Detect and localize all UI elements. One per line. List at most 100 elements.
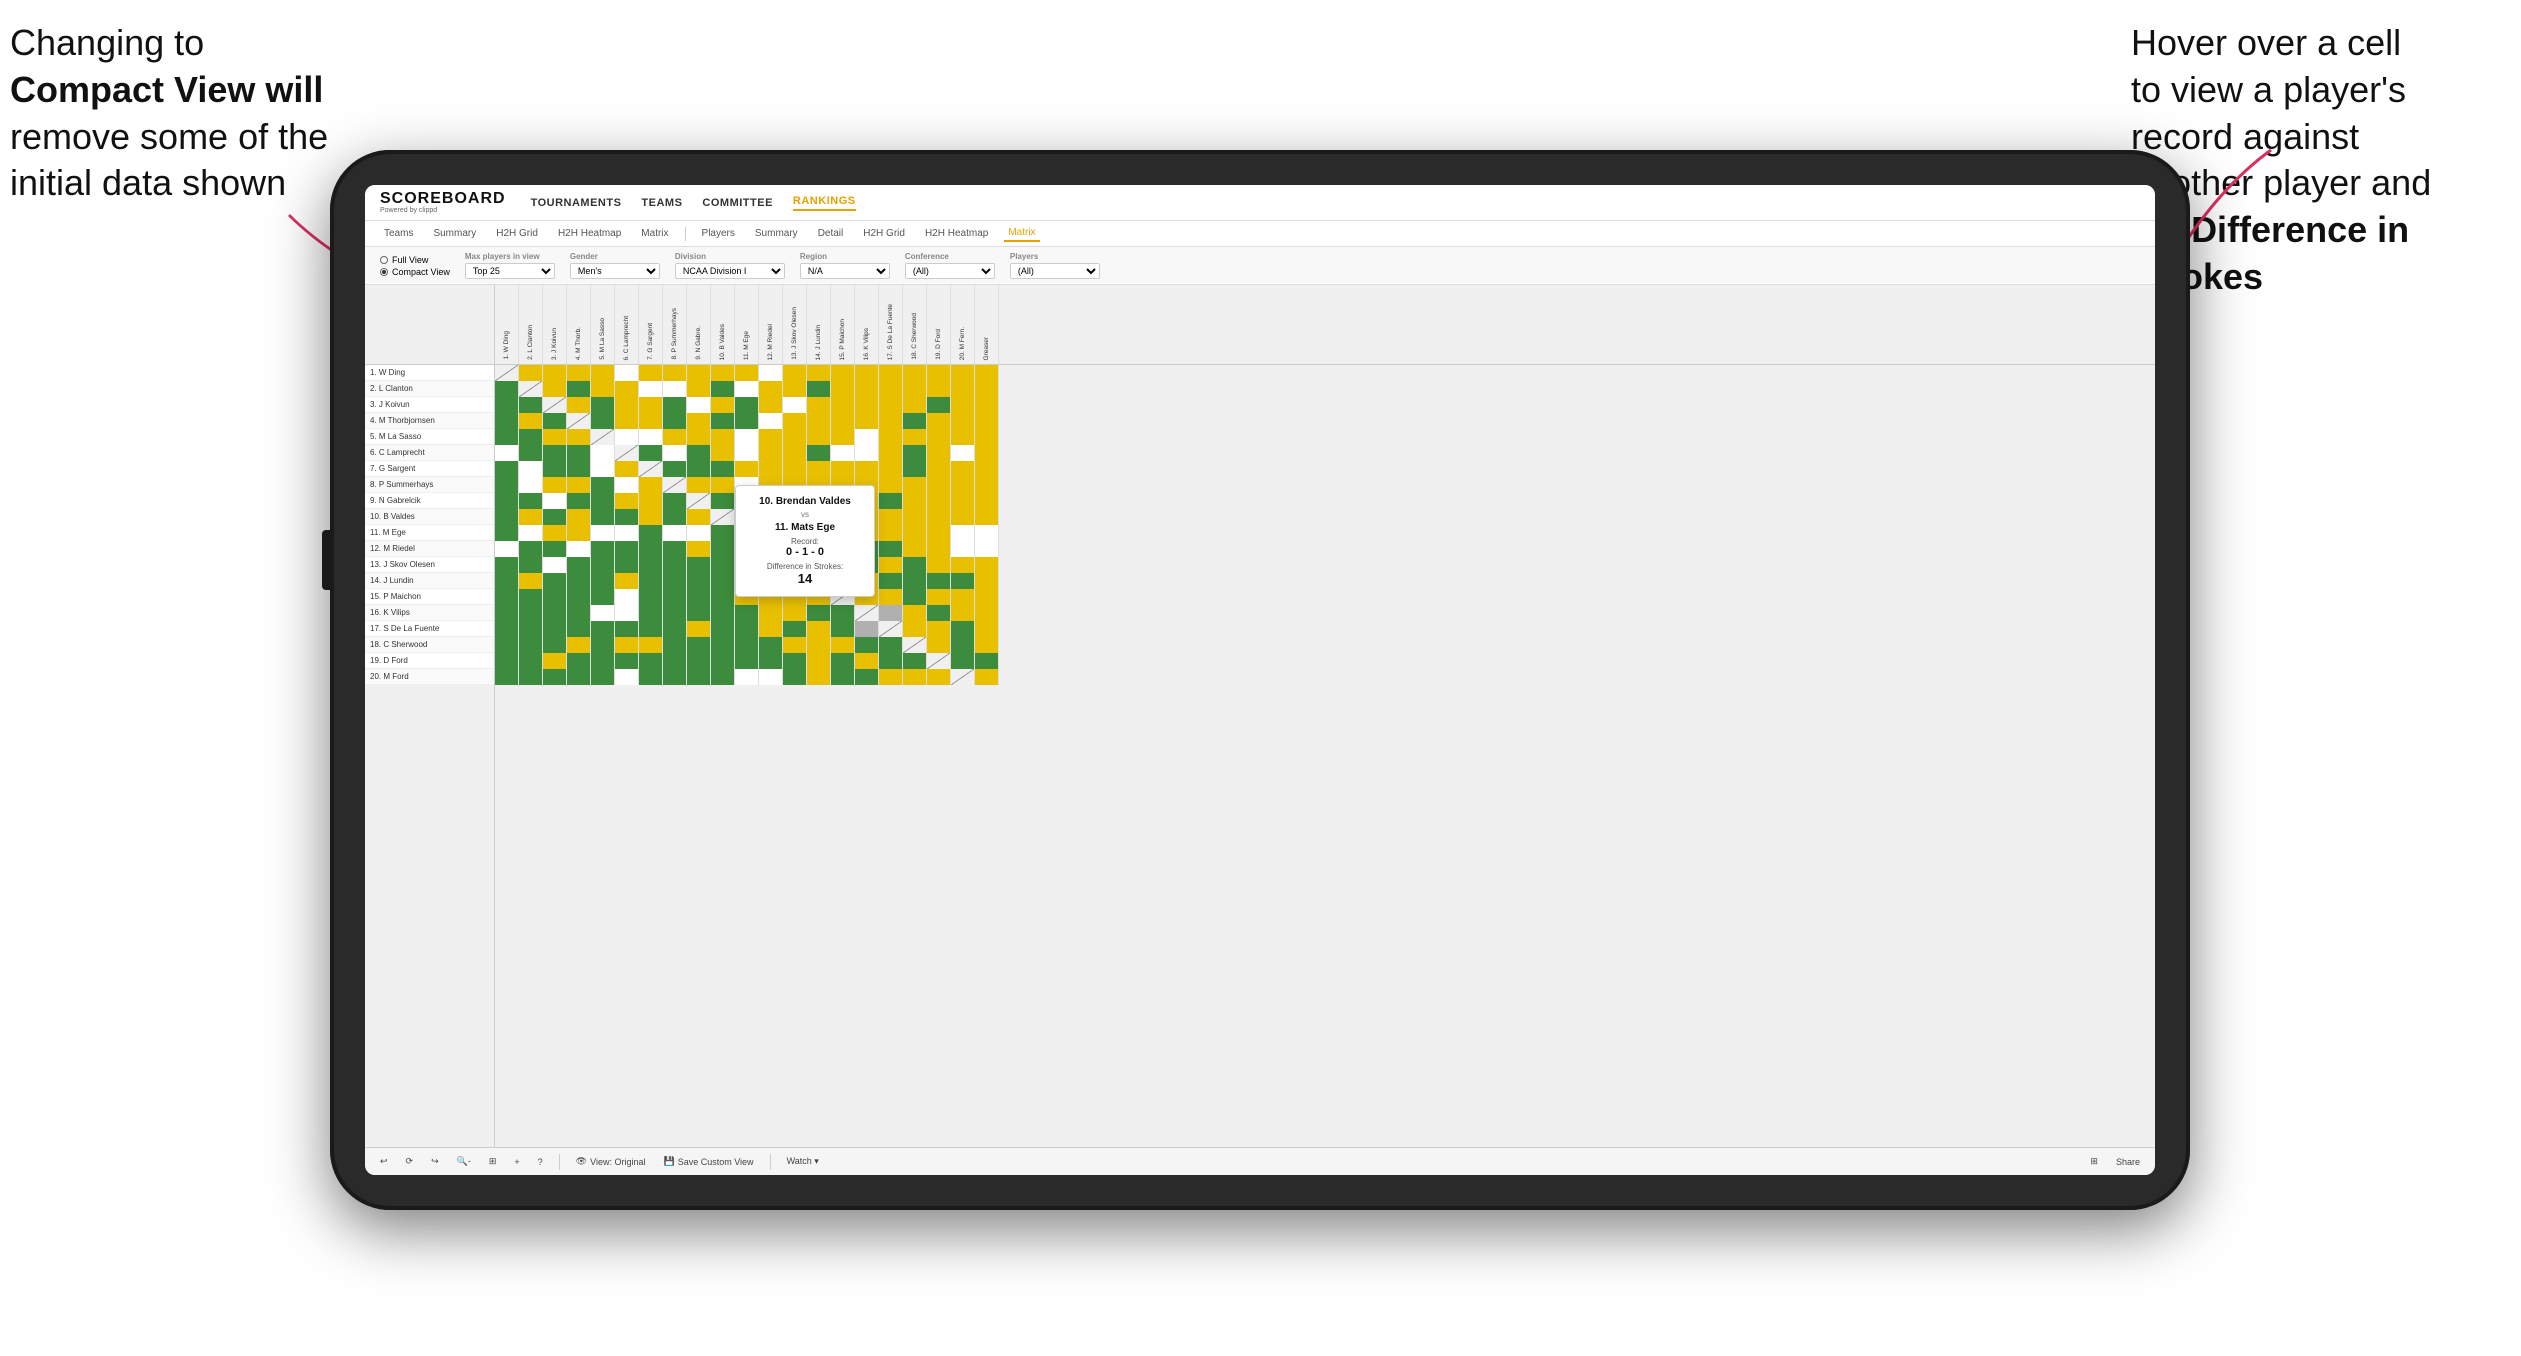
cell-2-12[interactable] bbox=[759, 381, 783, 397]
cell-19-19[interactable] bbox=[927, 653, 951, 669]
cell-9-2[interactable] bbox=[519, 493, 543, 509]
cell-7-20[interactable] bbox=[951, 461, 975, 477]
cell-17-19[interactable] bbox=[927, 621, 951, 637]
cell-11-2[interactable] bbox=[519, 525, 543, 541]
cell-9-10[interactable] bbox=[711, 493, 735, 509]
cell-16-8[interactable] bbox=[663, 605, 687, 621]
cell-16-19[interactable] bbox=[927, 605, 951, 621]
cell-16-6[interactable] bbox=[615, 605, 639, 621]
cell-14-1[interactable] bbox=[495, 573, 519, 589]
cell-18-9[interactable] bbox=[687, 637, 711, 653]
cell-2-7[interactable] bbox=[639, 381, 663, 397]
cell-17-21[interactable] bbox=[975, 621, 999, 637]
cell-18-8[interactable] bbox=[663, 637, 687, 653]
cell-10-10[interactable] bbox=[711, 509, 735, 525]
cell-6-14[interactable] bbox=[807, 445, 831, 461]
cell-3-3[interactable] bbox=[543, 397, 567, 413]
cell-14-7[interactable] bbox=[639, 573, 663, 589]
cell-19-17[interactable] bbox=[879, 653, 903, 669]
cell-17-13[interactable] bbox=[783, 621, 807, 637]
cell-6-6[interactable] bbox=[615, 445, 639, 461]
cell-10-17[interactable] bbox=[879, 509, 903, 525]
cell-11-9[interactable] bbox=[687, 525, 711, 541]
cell-7-7[interactable] bbox=[639, 461, 663, 477]
cell-1-7[interactable] bbox=[639, 365, 663, 381]
cell-1-19[interactable] bbox=[927, 365, 951, 381]
cell-18-10[interactable] bbox=[711, 637, 735, 653]
cell-2-11[interactable] bbox=[735, 381, 759, 397]
help-button[interactable]: ? bbox=[533, 1155, 548, 1169]
cell-17-3[interactable] bbox=[543, 621, 567, 637]
cell-3-18[interactable] bbox=[903, 397, 927, 413]
subtab-detail[interactable]: Detail bbox=[814, 226, 848, 241]
cell-3-12[interactable] bbox=[759, 397, 783, 413]
cell-5-3[interactable] bbox=[543, 429, 567, 445]
cell-20-3[interactable] bbox=[543, 669, 567, 685]
cell-15-10[interactable] bbox=[711, 589, 735, 605]
cell-3-15[interactable] bbox=[831, 397, 855, 413]
cell-6-18[interactable] bbox=[903, 445, 927, 461]
cell-20-8[interactable] bbox=[663, 669, 687, 685]
cell-7-19[interactable] bbox=[927, 461, 951, 477]
cell-15-1[interactable] bbox=[495, 589, 519, 605]
cell-4-5[interactable] bbox=[591, 413, 615, 429]
cell-5-7[interactable] bbox=[639, 429, 663, 445]
cell-6-3[interactable] bbox=[543, 445, 567, 461]
nav-committee[interactable]: COMMITTEE bbox=[702, 197, 773, 209]
cell-18-20[interactable] bbox=[951, 637, 975, 653]
cell-4-8[interactable] bbox=[663, 413, 687, 429]
cell-7-11[interactable] bbox=[735, 461, 759, 477]
cell-2-19[interactable] bbox=[927, 381, 951, 397]
cell-14-19[interactable] bbox=[927, 573, 951, 589]
cell-1-18[interactable] bbox=[903, 365, 927, 381]
subtab-matrix2[interactable]: Matrix bbox=[1004, 225, 1039, 242]
cell-13-7[interactable] bbox=[639, 557, 663, 573]
cell-1-16[interactable] bbox=[855, 365, 879, 381]
cell-7-12[interactable] bbox=[759, 461, 783, 477]
cell-17-17[interactable] bbox=[879, 621, 903, 637]
cell-18-11[interactable] bbox=[735, 637, 759, 653]
cell-12-10[interactable] bbox=[711, 541, 735, 557]
view-original-button[interactable]: 👁 View: Original bbox=[571, 1154, 651, 1169]
cell-12-9[interactable] bbox=[687, 541, 711, 557]
cell-7-5[interactable] bbox=[591, 461, 615, 477]
cell-5-14[interactable] bbox=[807, 429, 831, 445]
cell-17-10[interactable] bbox=[711, 621, 735, 637]
cell-14-4[interactable] bbox=[567, 573, 591, 589]
cell-2-18[interactable] bbox=[903, 381, 927, 397]
cell-4-21[interactable] bbox=[975, 413, 999, 429]
cell-14-2[interactable] bbox=[519, 573, 543, 589]
cell-7-14[interactable] bbox=[807, 461, 831, 477]
cell-19-20[interactable] bbox=[951, 653, 975, 669]
cell-4-11[interactable] bbox=[735, 413, 759, 429]
cell-16-10[interactable] bbox=[711, 605, 735, 621]
cell-11-21[interactable] bbox=[975, 525, 999, 541]
cell-12-6[interactable] bbox=[615, 541, 639, 557]
cell-13-5[interactable] bbox=[591, 557, 615, 573]
cell-6-4[interactable] bbox=[567, 445, 591, 461]
cell-16-9[interactable] bbox=[687, 605, 711, 621]
cell-9-4[interactable] bbox=[567, 493, 591, 509]
cell-15-17[interactable] bbox=[879, 589, 903, 605]
cell-20-20[interactable] bbox=[951, 669, 975, 685]
cell-8-7[interactable] bbox=[639, 477, 663, 493]
cell-5-9[interactable] bbox=[687, 429, 711, 445]
nav-tournaments[interactable]: TOURNAMENTS bbox=[531, 197, 622, 209]
cell-1-11[interactable] bbox=[735, 365, 759, 381]
cell-5-12[interactable] bbox=[759, 429, 783, 445]
cell-8-3[interactable] bbox=[543, 477, 567, 493]
cell-2-16[interactable] bbox=[855, 381, 879, 397]
cell-20-10[interactable] bbox=[711, 669, 735, 685]
cell-7-21[interactable] bbox=[975, 461, 999, 477]
cell-6-10[interactable] bbox=[711, 445, 735, 461]
cell-19-13[interactable] bbox=[783, 653, 807, 669]
cell-9-18[interactable] bbox=[903, 493, 927, 509]
cell-2-4[interactable] bbox=[567, 381, 591, 397]
cell-18-15[interactable] bbox=[831, 637, 855, 653]
cell-11-3[interactable] bbox=[543, 525, 567, 541]
cell-4-17[interactable] bbox=[879, 413, 903, 429]
cell-3-2[interactable] bbox=[519, 397, 543, 413]
cell-11-19[interactable] bbox=[927, 525, 951, 541]
subtab-summary1[interactable]: Summary bbox=[429, 226, 480, 241]
cell-15-2[interactable] bbox=[519, 589, 543, 605]
